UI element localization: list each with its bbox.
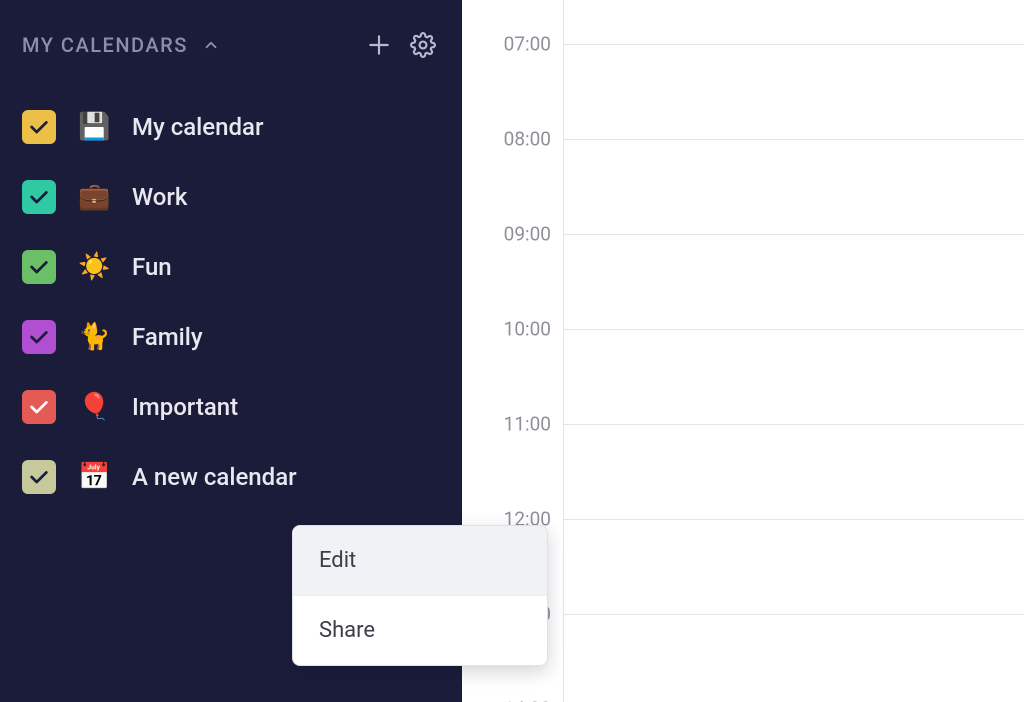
calendar-context-menu: EditShare	[292, 525, 548, 666]
calendar-item[interactable]: 💾 My calendar	[22, 110, 440, 144]
calendar-item[interactable]: 📅 A new calendar	[22, 460, 440, 494]
calendar-label: Fun	[132, 253, 172, 281]
calendar-checkbox[interactable]	[22, 180, 56, 214]
grid-line	[564, 614, 1024, 615]
context-menu-item-share[interactable]: Share	[293, 595, 547, 665]
my-calendars-title: MY CALENDARS	[22, 33, 188, 57]
check-icon	[28, 116, 50, 138]
gear-icon	[410, 32, 436, 58]
grid-line	[564, 424, 1024, 425]
calendar-item[interactable]: 🎈 Important	[22, 390, 440, 424]
grid-line	[564, 44, 1024, 45]
time-label: 10:00	[462, 318, 551, 341]
calendar-label: Work	[132, 183, 187, 211]
check-icon	[28, 256, 50, 278]
calendar-emoji-icon: 🎈	[78, 392, 110, 422]
calendar-list: 💾 My calendar 💼 Work ☀️ Fun 🐈 Family 🎈 Important 📅…	[22, 110, 440, 494]
grid-line	[564, 329, 1024, 330]
chevron-up-icon	[202, 36, 220, 54]
calendar-item[interactable]: 🐈 Family	[22, 320, 440, 354]
time-label: 09:00	[462, 223, 551, 246]
time-label: 11:00	[462, 413, 551, 436]
time-label: 07:00	[462, 33, 551, 56]
calendar-settings-button[interactable]	[406, 28, 440, 62]
check-icon	[28, 466, 50, 488]
calendar-label: A new calendar	[132, 463, 297, 491]
calendar-emoji-icon: 🐈	[78, 322, 110, 352]
calendar-checkbox[interactable]	[22, 250, 56, 284]
my-calendars-header[interactable]: MY CALENDARS	[22, 28, 440, 62]
grid-line	[564, 519, 1024, 520]
add-calendar-button[interactable]	[362, 28, 396, 62]
calendar-checkbox[interactable]	[22, 390, 56, 424]
calendar-emoji-icon: ☀️	[78, 252, 110, 282]
calendar-emoji-icon: 📅	[78, 462, 110, 492]
context-menu-item-edit[interactable]: Edit	[293, 526, 547, 595]
calendar-checkbox[interactable]	[22, 110, 56, 144]
calendar-emoji-icon: 💼	[78, 182, 110, 212]
calendar-label: Important	[132, 393, 238, 421]
calendar-label: Family	[132, 323, 203, 351]
grid-lines[interactable]	[564, 0, 1024, 702]
grid-line	[564, 139, 1024, 140]
calendar-label: My calendar	[132, 113, 263, 141]
calendar-item[interactable]: 💼 Work	[22, 180, 440, 214]
time-label: 08:00	[462, 128, 551, 151]
check-icon	[28, 186, 50, 208]
plus-icon	[366, 32, 392, 58]
check-icon	[28, 326, 50, 348]
calendar-checkbox[interactable]	[22, 320, 56, 354]
calendar-checkbox[interactable]	[22, 460, 56, 494]
check-icon	[28, 396, 50, 418]
grid-line	[564, 234, 1024, 235]
time-label: 14:00	[462, 698, 551, 702]
calendar-item[interactable]: ☀️ Fun	[22, 250, 440, 284]
calendar-emoji-icon: 💾	[78, 112, 110, 142]
